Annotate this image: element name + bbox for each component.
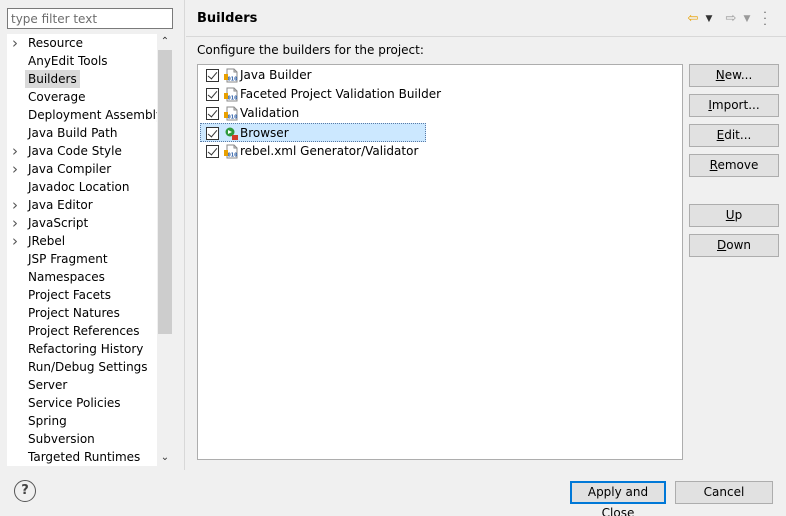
chevron-right-icon[interactable]: ›	[12, 214, 22, 232]
view-menu-icon[interactable]: · · ·	[760, 7, 770, 30]
page-title: Builders	[197, 11, 258, 26]
tree-item-label: Subversion	[28, 432, 95, 446]
builder-row[interactable]: 010 rebel.xml Generator/Validator	[201, 142, 427, 161]
forward-arrow-icon[interactable]: ⇨	[722, 10, 740, 28]
apply-and-close-button[interactable]: Apply and Close	[570, 481, 666, 516]
left-panel: › Resource AnyEdit Tools Builders Coverage De…	[0, 0, 184, 470]
cancel-button[interactable]: Cancel	[675, 481, 773, 504]
builder-checkbox[interactable]	[206, 145, 219, 158]
builder-label: Java Builder	[240, 68, 312, 82]
chevron-right-icon[interactable]: ›	[12, 34, 22, 52]
tree-item-label: Resource	[28, 36, 84, 50]
builder-label: Faceted Project Validation Builder	[240, 87, 442, 101]
tree-item-label: Javadoc Location	[28, 180, 130, 194]
tree-item-label: Java Code Style	[28, 144, 122, 158]
new-button[interactable]: New...	[689, 64, 779, 87]
builder-row[interactable]: 010 Java Builder	[201, 66, 427, 85]
svg-text:010: 010	[228, 77, 238, 83]
tree-item-label: Namespaces	[28, 270, 105, 284]
tree-item-label: Project Natures	[28, 306, 120, 320]
builder-row[interactable]: Browser	[200, 123, 426, 142]
filter-input[interactable]	[7, 8, 173, 29]
svg-text:010: 010	[228, 153, 238, 159]
scroll-thumb[interactable]	[158, 50, 172, 334]
builder-row[interactable]: 010 Validation	[201, 104, 427, 123]
chevron-right-icon[interactable]: ›	[12, 142, 22, 160]
svg-text:010: 010	[228, 115, 238, 121]
tree-item-label: JavaScript	[28, 216, 89, 230]
import-button[interactable]: Import...	[689, 94, 779, 117]
remove-button[interactable]: Remove	[689, 154, 779, 177]
back-dropdown-icon[interactable]: ▼	[704, 10, 714, 28]
builder-checkbox[interactable]	[206, 88, 219, 101]
tree-scrollbar[interactable]: ⌃ ⌄	[157, 34, 173, 466]
binary-builder-icon: 010	[224, 87, 239, 102]
builder-label: Browser	[240, 126, 289, 140]
tree-item-label: JSP Fragment	[28, 252, 108, 266]
binary-builder-icon: 010	[224, 106, 239, 121]
back-arrow-icon[interactable]: ⇦	[684, 10, 702, 28]
builder-label: Validation	[240, 106, 300, 120]
header-separator	[186, 36, 786, 37]
binary-builder-icon: 010	[224, 144, 239, 159]
down-button[interactable]: Down	[689, 234, 779, 257]
builder-checkbox[interactable]	[206, 127, 219, 140]
tree-item-label: Java Build Path	[28, 126, 118, 140]
scroll-up-icon[interactable]: ⌃	[157, 34, 173, 50]
builder-checkbox[interactable]	[206, 69, 219, 82]
binary-builder-icon: 010	[224, 68, 239, 83]
panel-divider[interactable]	[184, 0, 185, 470]
tree-item-label: Builders	[25, 70, 80, 88]
external-tool-builder-icon	[224, 126, 239, 141]
tree-item-label: Targeted Runtimes	[28, 450, 141, 464]
tree-item-label: JRebel	[28, 234, 66, 248]
property-tree[interactable]: › Resource AnyEdit Tools Builders Coverage De…	[7, 34, 157, 466]
tree-item-label: Run/Debug Settings	[28, 360, 148, 374]
svg-text:010: 010	[228, 96, 238, 102]
builder-checkbox[interactable]	[206, 107, 219, 120]
edit-button[interactable]: Edit...	[689, 124, 779, 147]
tree-item-label: Project Facets	[28, 288, 111, 302]
chevron-right-icon[interactable]: ›	[12, 232, 22, 250]
page-description: Configure the builders for the project:	[197, 43, 424, 57]
tree-item-label: Refactoring History	[28, 342, 144, 356]
tree-item-label: Java Editor	[28, 198, 93, 212]
tree-item-label: Server	[28, 378, 68, 392]
tree-item-label: Project References	[28, 324, 140, 338]
chevron-right-icon[interactable]: ›	[12, 196, 22, 214]
tree-item-label: AnyEdit Tools	[28, 54, 108, 68]
tree-item-label: Coverage	[28, 90, 86, 104]
tree-item-label: Java Compiler	[28, 162, 112, 176]
forward-dropdown-icon[interactable]: ▼	[742, 10, 752, 28]
up-button[interactable]: Up	[689, 204, 779, 227]
chevron-right-icon[interactable]: ›	[12, 160, 22, 178]
scroll-down-icon[interactable]: ⌄	[157, 450, 173, 466]
tree-item-label: Service Policies	[28, 396, 121, 410]
tree-item-label: Spring	[28, 414, 67, 428]
builders-list[interactable]: 010 Java Builder 010 Faceted Project Valida…	[197, 64, 683, 460]
tree-item-label: Deployment Assembly	[28, 108, 157, 122]
builder-label: rebel.xml Generator/Validator	[240, 144, 419, 158]
builder-row[interactable]: 010 Faceted Project Validation Builder	[201, 85, 441, 104]
help-icon[interactable]: ?	[14, 480, 36, 502]
